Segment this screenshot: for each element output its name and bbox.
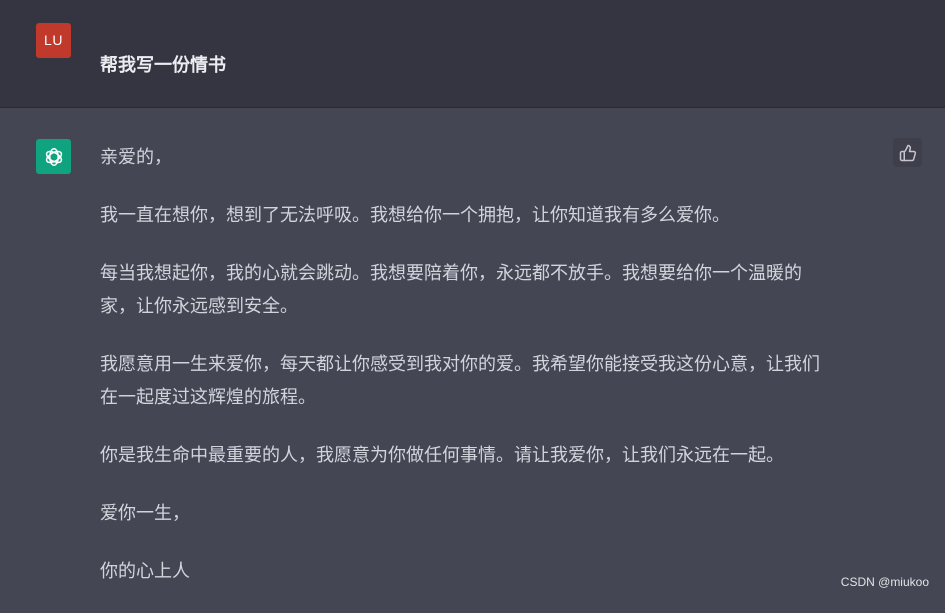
thumbs-up-icon (899, 144, 916, 161)
user-avatar: LU (36, 23, 71, 58)
answer-paragraph: 我一直在想你，想到了无法呼吸。我想给你一个拥抱，让你知道我有多么爱你。 (100, 205, 730, 226)
answer-paragraph: 亲爱的， (100, 147, 172, 168)
user-message-row: LU 帮我写一份情书 (0, 0, 945, 108)
answer-paragraph: 每当我想起你，我的心就会跳动。我想要陪着你，永远都不放手。我想要给你一个温暖的 … (100, 263, 802, 317)
answer-paragraph: 你是我生命中最重要的人，我愿意为你做任何事情。请让我爱你，让我们永远在一起。 (100, 445, 784, 466)
thumbs-up-button[interactable] (893, 138, 922, 167)
assistant-message-row: 亲爱的， 我一直在想你，想到了无法呼吸。我想给你一个拥抱，让你知道我有多么爱你。… (0, 108, 945, 599)
watermark: CSDN @miukoo (840, 575, 929, 589)
assistant-avatar (36, 139, 71, 174)
assistant-answer: 亲爱的， 我一直在想你，想到了无法呼吸。我想给你一个拥抱，让你知道我有多么爱你。… (100, 141, 890, 613)
user-message-text: 帮我写一份情书 (100, 55, 226, 76)
answer-paragraph: 我愿意用一生来爱你，每天都让你感受到我对你的爱。我希望你能接受我这份心意，让我们… (100, 354, 820, 408)
openai-logo-icon (45, 147, 62, 166)
answer-paragraph: 你的心上人 (100, 561, 190, 582)
answer-paragraph: 爱你一生， (100, 503, 190, 524)
